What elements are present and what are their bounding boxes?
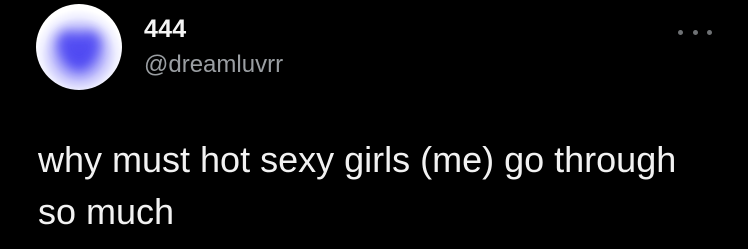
tweet-card: 444 @dreamluvrr why must hot sexy girls … [0,0,748,249]
author-handle[interactable]: @dreamluvrr [144,51,283,79]
more-options-button[interactable] [678,22,712,42]
more-options-icon-dot [707,29,712,35]
author-display-name[interactable]: 444 [144,15,186,44]
avatar[interactable] [36,4,122,90]
more-options-icon [678,29,683,35]
more-options-icon-dot [692,29,698,35]
heart-icon [57,31,101,70]
tweet-text: why must hot sexy girls (me) go through … [38,139,677,232]
